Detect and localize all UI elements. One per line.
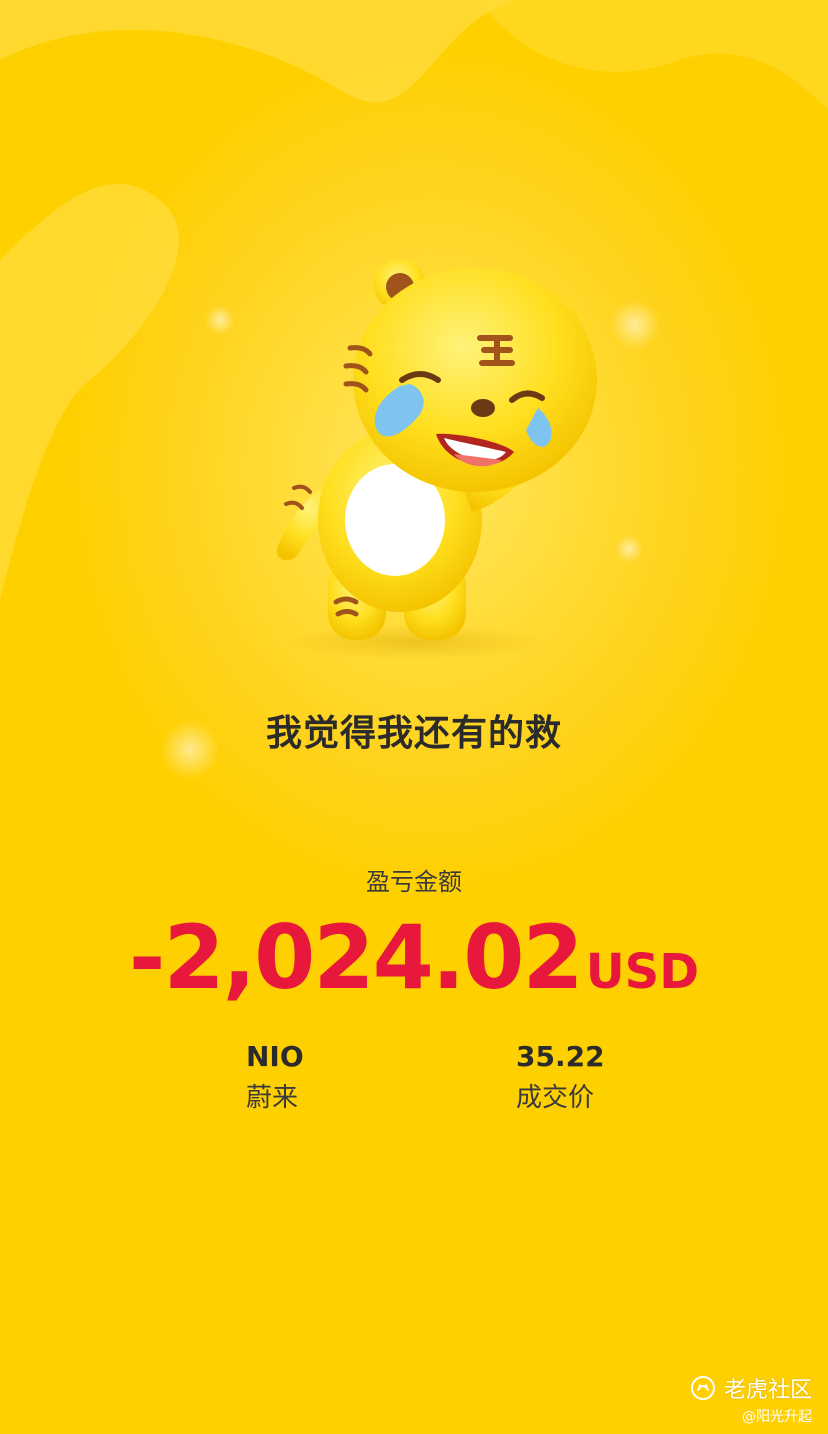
tiger-community-logo-icon	[690, 1376, 715, 1400]
sparkle	[205, 305, 235, 335]
sparkle	[615, 535, 643, 563]
pnl-currency: USD	[585, 944, 700, 1000]
brand-name: 老虎社区	[723, 1378, 812, 1403]
price-label: 成交价	[516, 1083, 595, 1113]
pnl-amount: -2,024.02	[128, 906, 584, 1009]
price-info: 35.22 成交价	[516, 1040, 605, 1114]
pnl-share-card: 我觉得我还有的救 盈亏金额 -2,024.02USD NIO 蔚来 35.22 …	[0, 0, 828, 1434]
stock-info: NIO 蔚来	[246, 1040, 304, 1114]
sparkle	[610, 300, 660, 350]
slogan-text: 我觉得我还有的救	[265, 713, 562, 754]
pnl-amount-row: -2,024.02USD	[0, 906, 828, 1009]
crying-tiger-mascot	[276, 259, 597, 660]
brand-watermark: 老虎社区	[690, 1372, 812, 1404]
stock-symbol: NIO	[246, 1040, 304, 1073]
pnl-label: 盈亏金额	[366, 868, 462, 896]
watermark-user: @阳光升起	[742, 1409, 812, 1425]
stock-name: 蔚来	[246, 1083, 299, 1113]
price-value: 35.22	[516, 1040, 605, 1073]
